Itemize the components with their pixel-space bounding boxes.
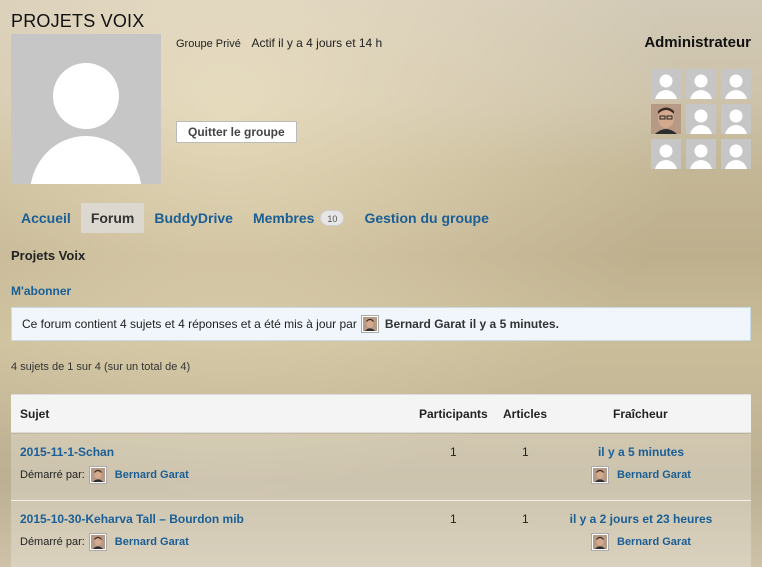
group-title: PROJETS VOIX [11, 11, 145, 31]
author-link[interactable]: Bernard Garat [115, 469, 189, 481]
author-avatar[interactable] [88, 533, 107, 551]
author-avatar[interactable] [591, 533, 609, 551]
admin-avatar[interactable] [686, 69, 716, 99]
topics-table-header: Sujet Participants Articles Fraîcheur [11, 394, 751, 433]
group-nav-tabs: Accueil Forum BuddyDrive Membres 10 Gest… [11, 203, 499, 233]
header-participants: Participants [419, 407, 488, 421]
subscribe-link[interactable]: M'abonner [11, 284, 71, 298]
person-photo-icon [593, 535, 607, 549]
articles-count: 1 [522, 512, 529, 526]
person-photo-icon [651, 104, 681, 134]
members-count-badge: 10 [320, 210, 345, 226]
admin-avatar[interactable] [721, 69, 751, 99]
author-avatar[interactable] [88, 466, 107, 484]
group-status: Groupe Privé [176, 38, 241, 50]
person-silhouette-icon [725, 74, 747, 99]
person-photo-icon [593, 468, 607, 482]
person-silhouette-icon [655, 74, 677, 99]
group-activity: Actif il y a 4 jours et 14 h [251, 36, 383, 50]
topic-title-link[interactable]: 2015-11-1-Schan [20, 445, 114, 459]
participants-count: 1 [450, 512, 457, 526]
started-label: Démarré par: [20, 469, 85, 481]
person-silhouette-icon [655, 144, 677, 169]
person-silhouette-icon [725, 109, 747, 134]
person-photo-icon [90, 468, 105, 482]
table-row: 2015-11-1-Schan Démarré par: Bernard Gar… [11, 434, 751, 501]
forum-title: Projets Voix [11, 248, 86, 263]
participants-count: 1 [450, 445, 457, 459]
admin-avatars [651, 69, 751, 169]
articles-count: 1 [522, 445, 529, 459]
person-silhouette-icon [690, 74, 712, 99]
admin-title: Administrateur [644, 34, 751, 51]
person-photo-icon [362, 317, 377, 331]
topic-started-by: Démarré par: Bernard Garat [20, 533, 189, 551]
tab-accueil[interactable]: Accueil [11, 203, 81, 233]
admin-photo-avatar[interactable] [651, 104, 681, 134]
person-photo-icon [90, 535, 105, 549]
tab-buddydrive[interactable]: BuddyDrive [144, 203, 243, 233]
admin-avatar[interactable] [686, 139, 716, 169]
freshness-link[interactable]: il y a 5 minutes [541, 445, 741, 459]
tab-forum[interactable]: Forum [80, 203, 145, 233]
freshness-author: Bernard Garat [591, 533, 691, 551]
admin-avatar[interactable] [651, 69, 681, 99]
author-link[interactable]: Bernard Garat [617, 469, 691, 481]
tab-membres-label: Membres [252, 210, 315, 226]
admin-avatar[interactable] [721, 139, 751, 169]
table-row: 2015-10-30-Keharva Tall – Bourdon mib Dé… [11, 501, 751, 567]
author-avatar[interactable] [360, 315, 379, 333]
started-label: Démarré par: [20, 536, 85, 548]
topic-started-by: Démarré par: Bernard Garat [20, 466, 189, 484]
author-link[interactable]: Bernard Garat [617, 536, 691, 548]
notice-text: Ce forum contient 4 sujets et 4 réponses… [22, 317, 357, 331]
person-silhouette-icon [690, 144, 712, 169]
notice-time: il y a 5 minutes. [469, 317, 559, 331]
admin-avatar[interactable] [721, 104, 751, 134]
forum-info-notice: Ce forum contient 4 sujets et 4 réponses… [11, 307, 751, 341]
author-link[interactable]: Bernard Garat [115, 536, 189, 548]
group-meta: Groupe Privé Actif il y a 4 jours et 14 … [176, 36, 382, 50]
freshness-link[interactable]: il y a 2 jours et 23 heures [541, 512, 741, 526]
admin-avatar[interactable] [651, 139, 681, 169]
admin-avatar[interactable] [686, 104, 716, 134]
header-freshness: Fraîcheur [613, 407, 668, 421]
tab-gestion[interactable]: Gestion du groupe [354, 203, 498, 233]
header-articles: Articles [503, 407, 548, 421]
leave-group-button[interactable]: Quitter le groupe [176, 121, 297, 143]
pagination-count: 4 sujets de 1 sur 4 (sur un total de 4) [11, 361, 191, 373]
header-subject: Sujet [20, 407, 50, 421]
group-avatar [11, 34, 161, 184]
person-silhouette-icon [690, 109, 712, 134]
author-avatar[interactable] [591, 466, 609, 484]
person-silhouette-icon [30, 63, 142, 184]
freshness-author: Bernard Garat [591, 466, 691, 484]
topic-title-link[interactable]: 2015-10-30-Keharva Tall – Bourdon mib [20, 512, 244, 526]
person-silhouette-icon [725, 144, 747, 169]
notice-author-link[interactable]: Bernard Garat [385, 317, 466, 331]
tab-membres[interactable]: Membres 10 [243, 203, 354, 233]
